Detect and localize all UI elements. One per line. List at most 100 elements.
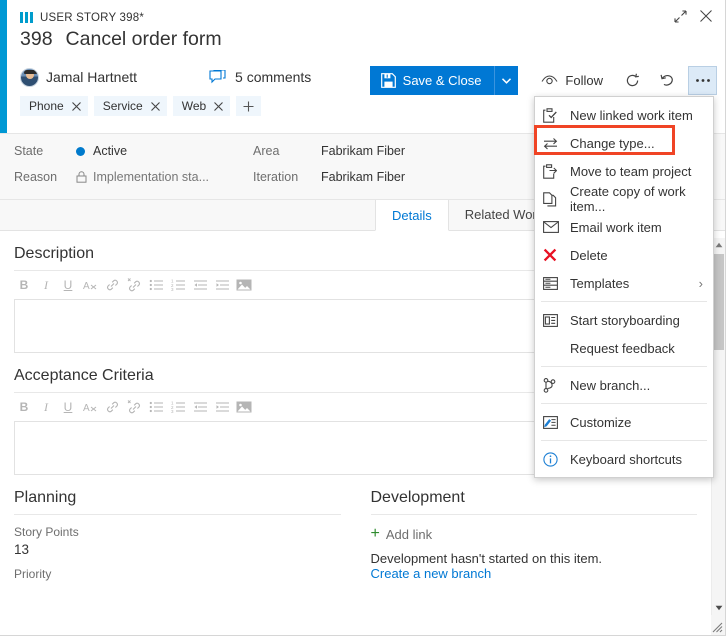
field-iteration-label: Iteration [253, 170, 299, 184]
field-area-value[interactable]: Fabrikam Fiber [321, 144, 405, 158]
italic-icon[interactable]: I [36, 397, 56, 417]
menu-item-new-branch[interactable]: New branch... [535, 371, 713, 399]
work-item-type-label: USER STORY 398* [40, 11, 144, 24]
add-link-button[interactable]: + Add link [371, 526, 698, 542]
clear-format-icon[interactable]: A [80, 397, 100, 417]
comments-count: 5 comments [235, 69, 312, 85]
refresh-button[interactable] [618, 66, 647, 95]
field-area-label: Area [253, 144, 280, 158]
divider [14, 514, 341, 515]
remove-tag-icon[interactable] [214, 101, 224, 111]
outdent-icon[interactable] [190, 275, 210, 295]
field-state-label: State [14, 144, 44, 158]
tag-label: Service [102, 99, 143, 113]
menu-item-create-copy-of-work-item[interactable]: Create copy of work item... [535, 184, 713, 214]
menu-item-request-feedback[interactable]: Request feedback [535, 334, 713, 362]
underline-icon[interactable]: U [58, 275, 78, 295]
revert-button[interactable] [653, 66, 682, 95]
work-item-title[interactable]: Cancel order form [66, 28, 222, 51]
tag-web[interactable]: Web [172, 96, 231, 116]
chevron-right-icon: › [698, 275, 703, 291]
image-icon[interactable] [234, 275, 254, 295]
link-icon[interactable] [102, 397, 122, 417]
save-options-dropdown[interactable] [494, 66, 519, 95]
user-story-icon [20, 12, 33, 23]
outdent-icon[interactable] [190, 397, 210, 417]
clear-format-icon[interactable]: A [80, 275, 100, 295]
bold-icon[interactable]: B [14, 397, 34, 417]
resize-grip-icon[interactable] [710, 620, 724, 634]
development-title: Development [370, 489, 465, 506]
field-reason: Reason Implementation sta... [14, 170, 209, 184]
indent-icon[interactable] [212, 397, 232, 417]
work-item-type-row: USER STORY 398* [7, 0, 725, 26]
state-dot-icon [76, 146, 85, 156]
work-item-type-accent-bar [0, 0, 7, 133]
menu-item-templates[interactable]: Templates › [535, 269, 713, 297]
work-item-dialog: USER STORY 398* 398 Cancel order form Ja… [0, 0, 726, 636]
priority-label: Priority [14, 567, 52, 581]
menu-item-start-storyboarding[interactable]: Start storyboarding [535, 306, 713, 334]
add-tag-button[interactable] [236, 96, 262, 116]
remove-tag-icon[interactable] [71, 101, 81, 111]
tag-label: Phone [29, 99, 64, 113]
menu-item-new-linked-work-item[interactable]: New linked work item [535, 101, 713, 129]
info-icon [543, 451, 565, 467]
italic-icon[interactable]: I [36, 275, 56, 295]
menu-item-label: Start storyboarding [570, 312, 680, 328]
story-points-value[interactable]: 13 [14, 542, 341, 557]
menu-separator [541, 403, 707, 404]
field-state: State Active [14, 144, 127, 158]
menu-item-keyboard-shortcuts[interactable]: Keyboard shortcuts [535, 445, 713, 473]
comments-link[interactable]: 5 comments [209, 69, 311, 85]
underline-icon[interactable]: U [58, 397, 78, 417]
add-link-label: Add link [385, 526, 433, 542]
menu-item-email-work-item[interactable]: Email work item [535, 213, 713, 241]
development-section: Development + Add link Development hasn'… [355, 475, 712, 584]
menu-item-label: New linked work item [570, 107, 693, 123]
field-iteration-value[interactable]: Fabrikam Fiber [321, 170, 405, 184]
bold-icon[interactable]: B [14, 275, 34, 295]
image-icon[interactable] [234, 397, 254, 417]
create-new-branch-link[interactable]: Create a new branch [371, 566, 698, 581]
menu-item-customize[interactable]: Customize [535, 408, 713, 436]
numbered-list-icon[interactable]: 123 [168, 397, 188, 417]
expand-icon[interactable] [667, 4, 693, 28]
menu-item-label: Delete [570, 247, 608, 263]
tab-details[interactable]: Details [375, 200, 449, 231]
plus-icon: + [370, 525, 380, 542]
eye-icon [541, 75, 558, 86]
menu-item-change-type[interactable]: Change type... [535, 129, 713, 157]
menu-item-move-to-team-project[interactable]: Move to team project [535, 157, 713, 185]
work-item-toolbar: Save & Close Follow [369, 66, 717, 95]
email-icon [543, 221, 565, 233]
planning-section: Planning Story Points 13 Priority [0, 475, 355, 584]
numbered-list-icon[interactable]: 123 [168, 275, 188, 295]
save-and-close-label: Save & Close [402, 73, 482, 88]
field-iteration: Iteration Fabrikam Fiber [253, 170, 405, 184]
indent-icon[interactable] [212, 275, 232, 295]
assigned-to-label[interactable]: Jamal Hartnett [46, 69, 137, 85]
menu-item-label: New branch... [570, 377, 651, 393]
remove-tag-icon[interactable] [150, 101, 160, 111]
save-and-close-button[interactable]: Save & Close [369, 66, 495, 95]
field-state-value-wrap[interactable]: Active [76, 144, 127, 158]
svg-text:A: A [83, 281, 90, 292]
svg-text:A: A [83, 403, 90, 414]
close-icon[interactable] [693, 4, 719, 28]
unlink-icon[interactable] [124, 397, 144, 417]
tag-phone[interactable]: Phone [20, 96, 88, 116]
follow-button[interactable]: Follow [532, 66, 612, 95]
menu-item-label: Create copy of work item... [570, 184, 686, 214]
tag-service[interactable]: Service [93, 96, 167, 116]
link-icon[interactable] [102, 275, 122, 295]
menu-item-label: Customize [570, 414, 632, 430]
bullet-list-icon[interactable] [146, 275, 166, 295]
scroll-down-icon[interactable] [712, 601, 725, 615]
menu-item-delete[interactable]: Delete [535, 241, 713, 269]
lock-icon [76, 171, 87, 183]
unlink-icon[interactable] [124, 275, 144, 295]
more-actions-button[interactable] [688, 66, 717, 95]
scrollbar-thumb[interactable] [713, 254, 724, 350]
bullet-list-icon[interactable] [146, 397, 166, 417]
